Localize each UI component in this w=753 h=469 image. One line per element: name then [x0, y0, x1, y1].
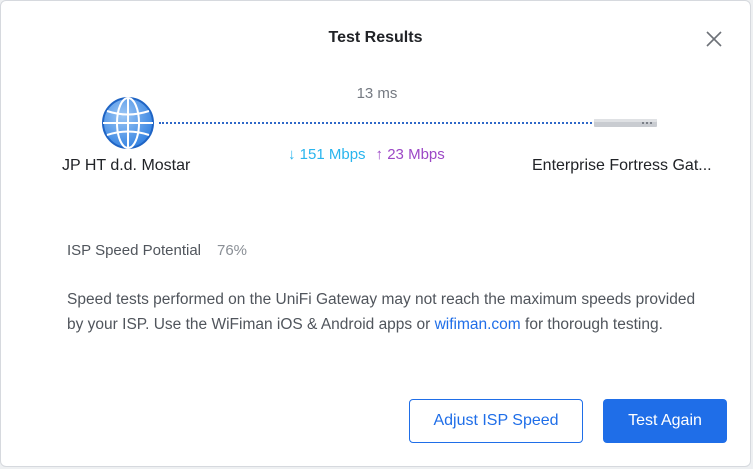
- potential-value: 76%: [217, 242, 248, 259]
- dialog-title: Test Results: [328, 29, 423, 46]
- wifiman-link[interactable]: wifiman.com: [435, 316, 521, 333]
- speed-results: ↓ 151 Mbps ↑ 23 Mbps: [288, 146, 445, 163]
- description-text: Speed tests performed on the UniFi Gatew…: [67, 291, 696, 333]
- close-icon: [706, 31, 722, 47]
- download-arrow-icon: ↓: [288, 146, 296, 163]
- upload-arrow-icon: ↑: [375, 146, 384, 163]
- globe-icon: [102, 97, 154, 149]
- download-speed: ↓ 151 Mbps: [288, 146, 366, 163]
- gateway-device-icon: [594, 119, 657, 127]
- connection-line: [159, 122, 596, 124]
- isp-name: JP HT d.d. Mostar: [62, 157, 191, 174]
- adjust-isp-speed-button[interactable]: Adjust ISP Speed: [409, 399, 583, 443]
- test-again-button[interactable]: Test Again: [603, 399, 727, 443]
- latency-value: 13 ms: [356, 85, 398, 102]
- potential-label: ISP Speed Potential: [67, 242, 201, 259]
- close-button[interactable]: [704, 29, 724, 49]
- test-results-dialog: Test Results 13 ms JP HT d.d. Mostar Ent…: [0, 0, 751, 467]
- isp-speed-potential: ISP Speed Potential 76%: [67, 242, 247, 259]
- upload-speed: ↑ 23 Mbps: [375, 146, 445, 163]
- device-name: Enterprise Fortress Gat...: [532, 157, 712, 174]
